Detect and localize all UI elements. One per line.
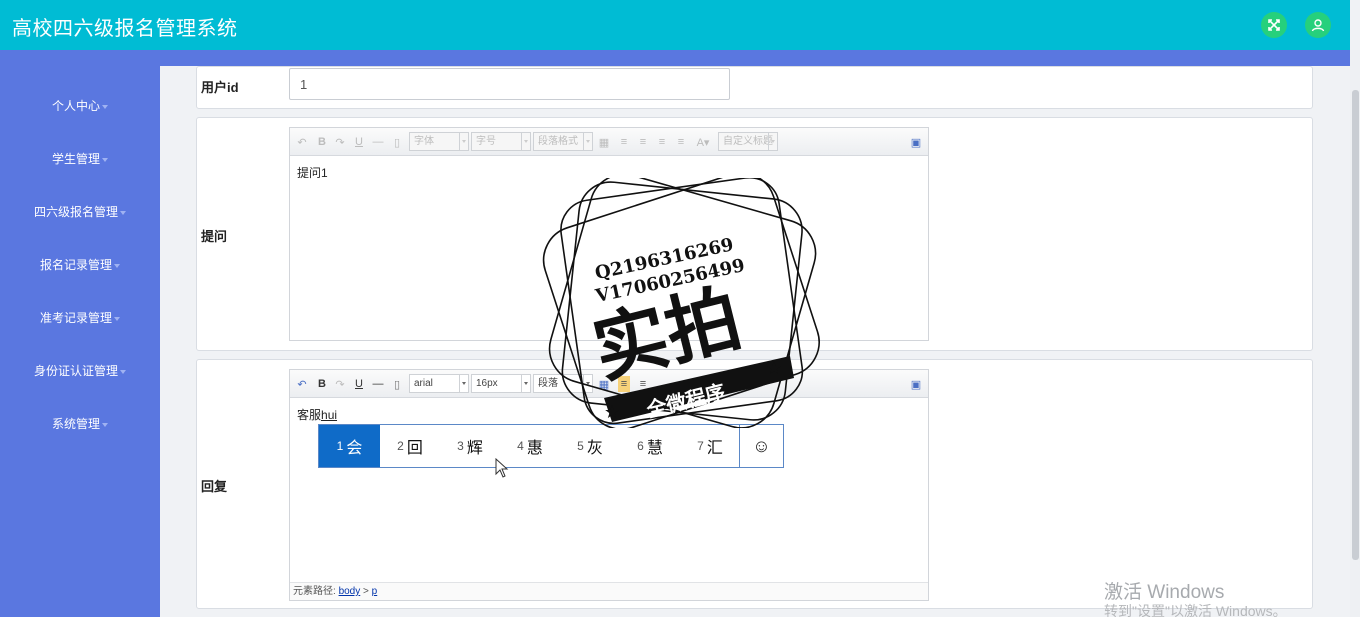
chevron-down-icon: [459, 375, 468, 392]
question-editor-toolbar: ↶ B ↷ U — ▯ 字体 字号 段落格式 ▦ ≡ ≡ ≡ ≡ A▾ 自定义标…: [290, 128, 928, 156]
bold-icon[interactable]: B: [316, 134, 328, 150]
align-center-icon[interactable]: ≡: [637, 376, 649, 392]
ime-candidate-4[interactable]: 4惠: [500, 425, 560, 467]
user-id-input[interactable]: [289, 68, 730, 100]
sidebar: 个人中心 学生管理 四六级报名管理 报名记录管理 准考记录管理 身份证认证管理 …: [0, 50, 160, 617]
font-size-select[interactable]: 16px: [471, 374, 531, 393]
caret-down-icon: [114, 263, 120, 268]
reply-editor[interactable]: ↶ B ↷ U — ▯ arial 16px 段落 ▦ ≡ ≡ ▣ 客服hui …: [289, 369, 929, 601]
chevron-down-icon: [768, 133, 777, 150]
user-icon: [1311, 19, 1325, 32]
redo-icon[interactable]: ↷: [334, 376, 346, 392]
chevron-down-icon: [583, 133, 592, 150]
sidebar-item-registration-records[interactable]: 报名记录管理: [0, 256, 160, 273]
ime-candidate-1[interactable]: 1会: [319, 425, 380, 467]
underline-icon[interactable]: U: [353, 376, 365, 392]
table-icon[interactable]: ▦: [598, 376, 610, 392]
horizontal-rule-icon[interactable]: —: [372, 134, 384, 150]
fullscreen-monitor-icon[interactable]: ▣: [910, 134, 922, 150]
align-left-icon[interactable]: ≡: [618, 376, 630, 392]
bold-icon[interactable]: B: [316, 376, 328, 392]
reply-editor-content[interactable]: 客服hui: [297, 406, 337, 423]
caret-down-icon: [102, 422, 108, 427]
horizontal-rule-icon[interactable]: —: [372, 376, 384, 392]
undo-icon[interactable]: ↶: [296, 134, 308, 150]
sidebar-item-personal-center[interactable]: 个人中心: [0, 97, 160, 114]
custom-heading-select[interactable]: 自定义标题: [718, 132, 778, 151]
document-icon[interactable]: ▯: [391, 134, 403, 150]
question-label: 提问: [201, 229, 228, 244]
fullscreen-monitor-icon[interactable]: ▣: [910, 376, 922, 392]
sidebar-item-system-management[interactable]: 系统管理: [0, 415, 160, 432]
table-icon[interactable]: ▦: [598, 134, 610, 150]
redo-icon[interactable]: ↷: [334, 134, 346, 150]
expand-arrows-icon: [1268, 19, 1280, 31]
reply-editor-toolbar: ↶ B ↷ U — ▯ arial 16px 段落 ▦ ≡ ≡ ▣: [290, 370, 928, 398]
sidebar-item-student-management[interactable]: 学生管理: [0, 150, 160, 167]
align-center-icon[interactable]: ≡: [637, 134, 649, 150]
sidebar-item-cet-registration[interactable]: 四六级报名管理: [0, 203, 160, 220]
chevron-down-icon: [459, 133, 468, 150]
sidebar-item-admission-records[interactable]: 准考记录管理: [0, 309, 160, 326]
justify-icon[interactable]: ≡: [675, 134, 687, 150]
caret-down-icon: [120, 210, 126, 215]
question-editor[interactable]: ↶ B ↷ U — ▯ 字体 字号 段落格式 ▦ ≡ ≡ ≡ ≡ A▾ 自定义标…: [289, 127, 929, 341]
page-scrollbar-thumb[interactable]: [1352, 90, 1359, 560]
caret-down-icon: [102, 104, 108, 109]
paragraph-format-select[interactable]: 段落: [533, 374, 593, 393]
caret-down-icon: [114, 316, 120, 321]
mouse-cursor-icon: [495, 458, 509, 478]
app-title: 高校四六级报名管理系统: [12, 16, 238, 40]
sidebar-item-id-verification[interactable]: 身份证认证管理: [0, 362, 160, 379]
top-header: 高校四六级报名管理系统: [0, 0, 1350, 50]
chevron-down-icon: [583, 375, 592, 392]
align-right-icon[interactable]: ≡: [656, 134, 668, 150]
element-path-bar: 元素路径: body > p: [290, 582, 928, 600]
paragraph-format-select[interactable]: 段落格式: [533, 132, 593, 151]
smiley-icon[interactable]: ☺: [739, 425, 783, 467]
fullscreen-button[interactable]: [1261, 12, 1287, 38]
font-family-select[interactable]: 字体: [409, 132, 469, 151]
ime-candidate-5[interactable]: 5灰: [560, 425, 620, 467]
user-id-label: 用户id: [201, 80, 239, 95]
underline-icon[interactable]: U: [353, 134, 365, 150]
document-icon[interactable]: ▯: [391, 376, 403, 392]
element-path-body-link[interactable]: body: [339, 586, 361, 597]
chevron-down-icon: [521, 375, 530, 392]
ime-candidate-3[interactable]: 3辉: [440, 425, 500, 467]
align-left-icon[interactable]: ≡: [618, 134, 630, 150]
ime-candidate-6[interactable]: 6慧: [620, 425, 680, 467]
header-underbar: [0, 50, 1350, 66]
question-editor-content[interactable]: 提问1: [297, 164, 328, 181]
ime-candidate-bar: 1会 2回 3辉 4惠 5灰 6慧 7汇 ☺: [318, 424, 784, 468]
undo-icon[interactable]: ↶: [296, 376, 308, 392]
font-color-icon[interactable]: A▾: [695, 134, 711, 150]
font-size-select[interactable]: 字号: [471, 132, 531, 151]
ime-composition-text: hui: [321, 408, 338, 422]
ime-candidate-2[interactable]: 2回: [380, 425, 440, 467]
ime-candidate-7[interactable]: 7汇: [680, 425, 740, 467]
font-family-select[interactable]: arial: [409, 374, 469, 393]
windows-activation-title: 激活 Windows: [1104, 582, 1225, 603]
windows-activation-hint: 转到"设置"以激活 Windows。: [1104, 603, 1287, 617]
reply-label: 回复: [201, 479, 228, 494]
element-path-p-link[interactable]: p: [372, 586, 378, 597]
caret-down-icon: [120, 369, 126, 374]
user-menu-button[interactable]: [1305, 12, 1331, 38]
caret-down-icon: [102, 157, 108, 162]
chevron-down-icon: [521, 133, 530, 150]
